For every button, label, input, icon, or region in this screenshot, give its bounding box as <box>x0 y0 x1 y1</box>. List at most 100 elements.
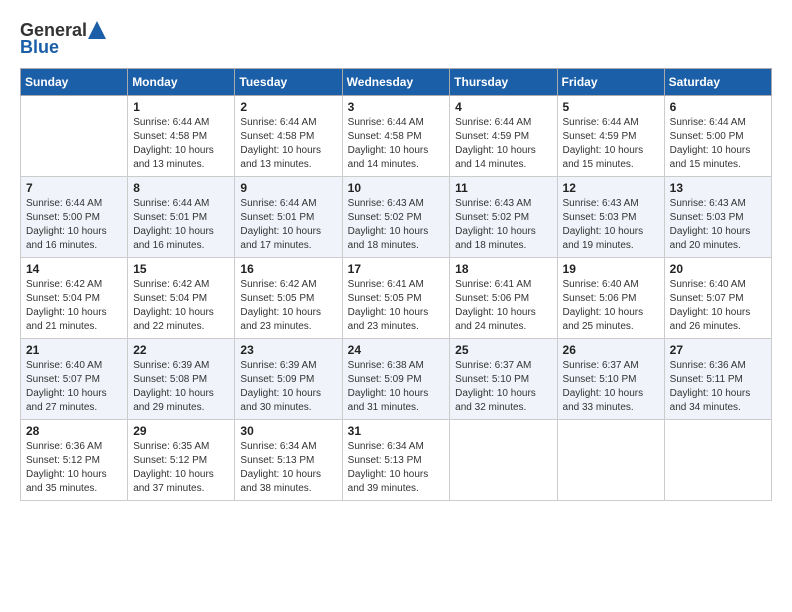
calendar-cell: 7 Sunrise: 6:44 AMSunset: 5:00 PMDaylight… <box>21 177 128 258</box>
calendar-cell: 14 Sunrise: 6:42 AMSunset: 5:04 PMDayligh… <box>21 258 128 339</box>
calendar-cell: 10 Sunrise: 6:43 AMSunset: 5:02 PMDayligh… <box>342 177 450 258</box>
day-number: 15 <box>133 262 229 276</box>
calendar-week-2: 7 Sunrise: 6:44 AMSunset: 5:00 PMDaylight… <box>21 177 772 258</box>
day-info: Sunrise: 6:36 AMSunset: 5:12 PMDaylight:… <box>26 440 122 496</box>
calendar-cell: 6 Sunrise: 6:44 AMSunset: 5:00 PMDaylight… <box>664 96 771 177</box>
page-header: General Blue <box>20 20 772 58</box>
calendar-cell: 11 Sunrise: 6:43 AMSunset: 5:02 PMDayligh… <box>450 177 557 258</box>
header-sunday: Sunday <box>21 69 128 96</box>
day-number: 22 <box>133 343 229 357</box>
day-number: 26 <box>563 343 659 357</box>
calendar-cell: 15 Sunrise: 6:42 AMSunset: 5:04 PMDayligh… <box>128 258 235 339</box>
day-number: 2 <box>240 100 336 114</box>
calendar-cell: 3 Sunrise: 6:44 AMSunset: 4:58 PMDaylight… <box>342 96 450 177</box>
day-number: 27 <box>670 343 766 357</box>
calendar-cell: 29 Sunrise: 6:35 AMSunset: 5:12 PMDayligh… <box>128 420 235 501</box>
day-number: 3 <box>348 100 445 114</box>
calendar-week-5: 28 Sunrise: 6:36 AMSunset: 5:12 PMDayligh… <box>21 420 772 501</box>
day-number: 11 <box>455 181 551 195</box>
calendar-cell: 5Sunrise: 6:44 AMSunset: 4:59 PMDaylight… <box>557 96 664 177</box>
day-info: Sunrise: 6:39 AMSunset: 5:09 PMDaylight:… <box>240 359 336 415</box>
day-info: Sunrise: 6:42 AMSunset: 5:04 PMDaylight:… <box>26 278 122 334</box>
day-info: Sunrise: 6:41 AMSunset: 5:06 PMDaylight:… <box>455 278 551 334</box>
calendar-cell <box>450 420 557 501</box>
calendar-cell: 19 Sunrise: 6:40 AMSunset: 5:06 PMDayligh… <box>557 258 664 339</box>
day-info: Sunrise: 6:35 AMSunset: 5:12 PMDaylight:… <box>133 440 229 496</box>
day-info: Sunrise: 6:42 AMSunset: 5:04 PMDaylight:… <box>133 278 229 334</box>
day-number: 19 <box>563 262 659 276</box>
day-number: 28 <box>26 424 122 438</box>
day-info: Sunrise: 6:40 AMSunset: 5:07 PMDaylight:… <box>670 278 766 334</box>
logo: General Blue <box>20 20 106 58</box>
day-info: Sunrise: 6:43 AMSunset: 5:02 PMDaylight:… <box>455 197 551 253</box>
calendar-cell: 8 Sunrise: 6:44 AMSunset: 5:01 PMDaylight… <box>128 177 235 258</box>
calendar-cell: 13 Sunrise: 6:43 AMSunset: 5:03 PMDayligh… <box>664 177 771 258</box>
calendar-cell <box>557 420 664 501</box>
day-number: 8 <box>133 181 229 195</box>
calendar-cell: 21 Sunrise: 6:40 AMSunset: 5:07 PMDayligh… <box>21 339 128 420</box>
calendar-cell: 27Sunrise: 6:36 AMSunset: 5:11 PMDayligh… <box>664 339 771 420</box>
day-info: Sunrise: 6:44 AMSunset: 5:01 PMDaylight:… <box>133 197 229 253</box>
day-number: 24 <box>348 343 445 357</box>
day-number: 10 <box>348 181 445 195</box>
calendar-cell: 26 Sunrise: 6:37 AMSunset: 5:10 PMDayligh… <box>557 339 664 420</box>
day-number: 25 <box>455 343 551 357</box>
day-info: Sunrise: 6:44 AMSunset: 5:00 PMDaylight:… <box>670 116 766 172</box>
day-number: 1 <box>133 100 229 114</box>
day-info: Sunrise: 6:44 AMSunset: 5:01 PMDaylight:… <box>240 197 336 253</box>
day-number: 16 <box>240 262 336 276</box>
day-number: 23 <box>240 343 336 357</box>
day-info: Sunrise: 6:37 AMSunset: 5:10 PMDaylight:… <box>455 359 551 415</box>
calendar-cell: 18 Sunrise: 6:41 AMSunset: 5:06 PMDayligh… <box>450 258 557 339</box>
calendar-cell: 31Sunrise: 6:34 AMSunset: 5:13 PMDayligh… <box>342 420 450 501</box>
day-number: 6 <box>670 100 766 114</box>
day-number: 18 <box>455 262 551 276</box>
day-info: Sunrise: 6:40 AMSunset: 5:07 PMDaylight:… <box>26 359 122 415</box>
day-number: 21 <box>26 343 122 357</box>
day-info: Sunrise: 6:37 AMSunset: 5:10 PMDaylight:… <box>563 359 659 415</box>
header-thursday: Thursday <box>450 69 557 96</box>
calendar-cell: 24 Sunrise: 6:38 AMSunset: 5:09 PMDayligh… <box>342 339 450 420</box>
calendar-cell: 1 Sunrise: 6:44 AMSunset: 4:58 PMDaylight… <box>128 96 235 177</box>
calendar-cell: 9Sunrise: 6:44 AMSunset: 5:01 PMDaylight… <box>235 177 342 258</box>
day-info: Sunrise: 6:43 AMSunset: 5:02 PMDaylight:… <box>348 197 445 253</box>
calendar-cell: 23 Sunrise: 6:39 AMSunset: 5:09 PMDayligh… <box>235 339 342 420</box>
header-wednesday: Wednesday <box>342 69 450 96</box>
day-info: Sunrise: 6:40 AMSunset: 5:06 PMDaylight:… <box>563 278 659 334</box>
day-info: Sunrise: 6:43 AMSunset: 5:03 PMDaylight:… <box>563 197 659 253</box>
logo-icon <box>88 21 106 41</box>
calendar-cell: 28 Sunrise: 6:36 AMSunset: 5:12 PMDayligh… <box>21 420 128 501</box>
calendar-week-3: 14 Sunrise: 6:42 AMSunset: 5:04 PMDayligh… <box>21 258 772 339</box>
day-number: 29 <box>133 424 229 438</box>
day-info: Sunrise: 6:44 AMSunset: 4:58 PMDaylight:… <box>348 116 445 172</box>
day-number: 17 <box>348 262 445 276</box>
day-number: 14 <box>26 262 122 276</box>
calendar-cell: 16 Sunrise: 6:42 AMSunset: 5:05 PMDayligh… <box>235 258 342 339</box>
day-number: 20 <box>670 262 766 276</box>
day-number: 31 <box>348 424 445 438</box>
calendar-week-4: 21 Sunrise: 6:40 AMSunset: 5:07 PMDayligh… <box>21 339 772 420</box>
day-info: Sunrise: 6:44 AMSunset: 4:59 PMDaylight:… <box>563 116 659 172</box>
header-monday: Monday <box>128 69 235 96</box>
calendar-cell: 2 Sunrise: 6:44 AMSunset: 4:58 PMDaylight… <box>235 96 342 177</box>
day-info: Sunrise: 6:44 AMSunset: 4:58 PMDaylight:… <box>240 116 336 172</box>
calendar-table: SundayMondayTuesdayWednesdayThursdayFrid… <box>20 68 772 501</box>
day-info: Sunrise: 6:38 AMSunset: 5:09 PMDaylight:… <box>348 359 445 415</box>
calendar-cell <box>21 96 128 177</box>
day-number: 4 <box>455 100 551 114</box>
calendar-cell: 20 Sunrise: 6:40 AMSunset: 5:07 PMDayligh… <box>664 258 771 339</box>
day-number: 7 <box>26 181 122 195</box>
day-info: Sunrise: 6:41 AMSunset: 5:05 PMDaylight:… <box>348 278 445 334</box>
day-info: Sunrise: 6:42 AMSunset: 5:05 PMDaylight:… <box>240 278 336 334</box>
day-info: Sunrise: 6:44 AMSunset: 4:58 PMDaylight:… <box>133 116 229 172</box>
day-info: Sunrise: 6:39 AMSunset: 5:08 PMDaylight:… <box>133 359 229 415</box>
calendar-header-row: SundayMondayTuesdayWednesdayThursdayFrid… <box>21 69 772 96</box>
day-info: Sunrise: 6:43 AMSunset: 5:03 PMDaylight:… <box>670 197 766 253</box>
day-info: Sunrise: 6:44 AMSunset: 5:00 PMDaylight:… <box>26 197 122 253</box>
day-number: 13 <box>670 181 766 195</box>
day-info: Sunrise: 6:44 AMSunset: 4:59 PMDaylight:… <box>455 116 551 172</box>
calendar-week-1: 1 Sunrise: 6:44 AMSunset: 4:58 PMDaylight… <box>21 96 772 177</box>
header-tuesday: Tuesday <box>235 69 342 96</box>
header-friday: Friday <box>557 69 664 96</box>
day-info: Sunrise: 6:34 AMSunset: 5:13 PMDaylight:… <box>240 440 336 496</box>
